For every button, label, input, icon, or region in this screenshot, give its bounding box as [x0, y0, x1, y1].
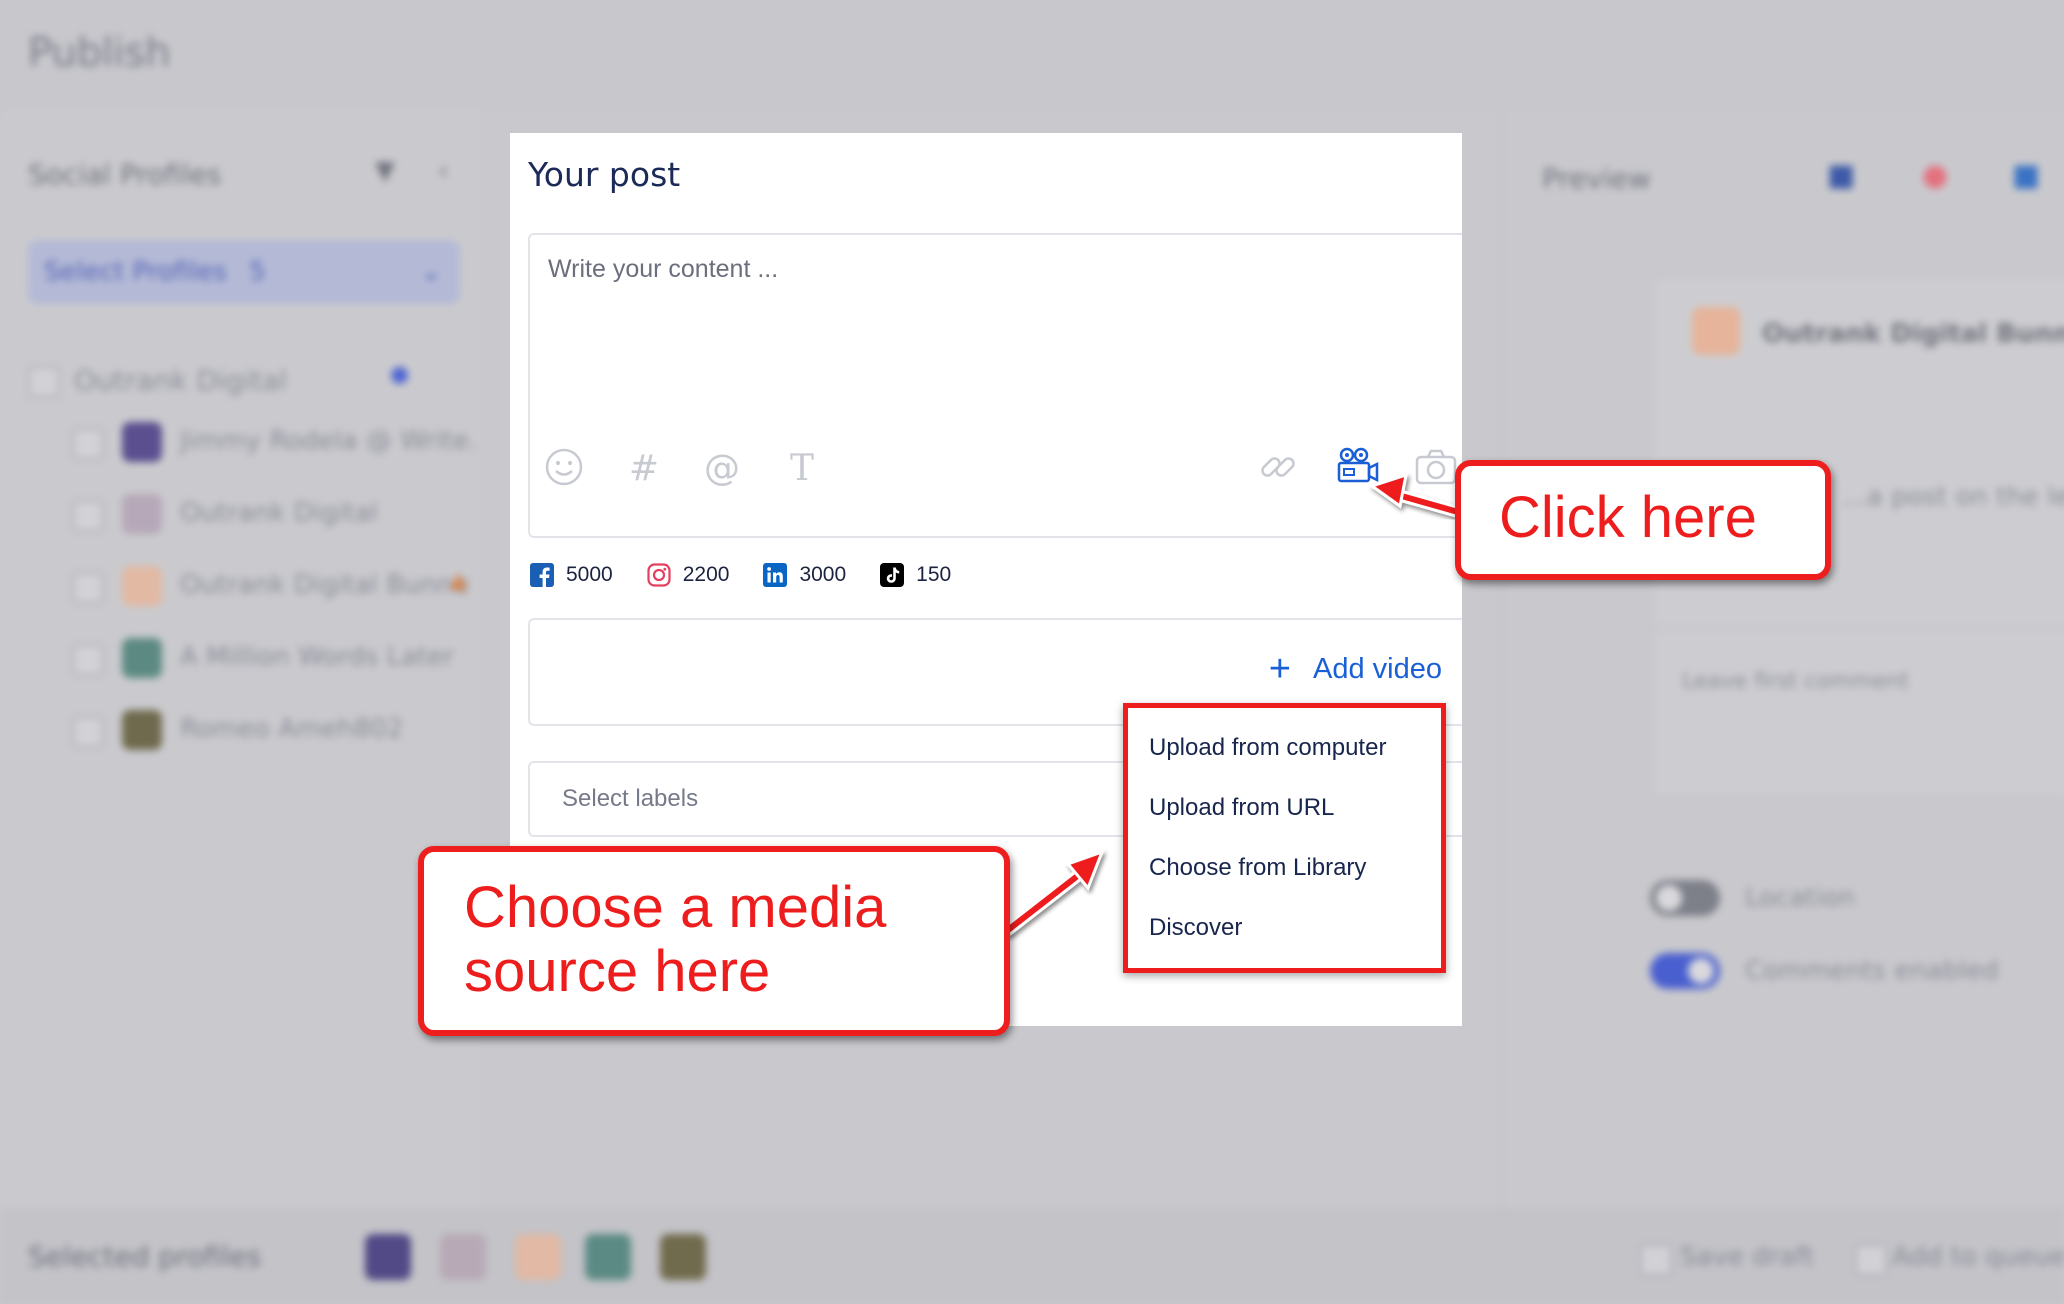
instagram-icon	[647, 563, 671, 587]
profile-name: A Million Words Later	[180, 642, 454, 672]
facebook-counter: 5000	[530, 563, 613, 587]
tiktok-icon	[880, 563, 905, 587]
character-counters: 5000 2200 3000 150	[530, 558, 985, 592]
click-here-callout: Click here	[1455, 460, 1831, 580]
mention-icon[interactable]: @	[700, 447, 744, 491]
app-title: Publish	[28, 30, 171, 76]
chevron-down-icon: ⌄	[420, 257, 442, 287]
collapse-icon[interactable]: ‹	[438, 156, 448, 186]
instagram-tab-icon[interactable]: ●	[1922, 158, 1948, 193]
location-toggle[interactable]	[1650, 880, 1720, 916]
avatar	[122, 494, 162, 534]
profile-name: Outrank Digital	[180, 498, 378, 528]
filter-icon[interactable]: ▼	[375, 156, 395, 186]
profile-checkbox[interactable]	[72, 428, 104, 460]
profile-name: Jimmy Rodela @ Write...	[180, 426, 494, 456]
instagram-count: 2200	[682, 563, 730, 586]
top-bar: Publish	[0, 0, 2064, 110]
avatar	[122, 566, 162, 606]
add-to-queue-button[interactable]: Add to queue	[1892, 1242, 2064, 1272]
choose-media-callout: Choose a media source here	[418, 846, 1010, 1036]
avatar	[365, 1234, 411, 1280]
add-video-button[interactable]: + Add video	[1269, 650, 1442, 688]
linkedin-counter: 3000	[763, 563, 846, 587]
preview-heading: Preview	[1542, 162, 1651, 195]
preview-text: ...a post on the le	[1842, 482, 2064, 512]
comments-label: Comments enabled	[1745, 956, 1999, 986]
avatar	[122, 710, 162, 750]
avatar	[1692, 307, 1740, 355]
add-to-queue-checkbox[interactable]	[1855, 1244, 1887, 1276]
profile-checkbox[interactable]	[72, 500, 104, 532]
location-label: Location	[1745, 883, 1855, 913]
profile-checkbox[interactable]	[72, 716, 104, 748]
select-profiles-count: 5	[249, 257, 266, 287]
select-profiles-label: Select Profiles	[44, 257, 227, 287]
social-profiles-heading: Social Profiles	[28, 158, 222, 191]
hashtag-icon[interactable]: #	[622, 447, 666, 491]
media-source-menu: Upload from computer Upload from URL Cho…	[1123, 703, 1446, 973]
profile-name: Romeo Ameh802	[180, 714, 404, 744]
comment-placeholder: Leave first comment	[1682, 669, 1909, 694]
profile-checkbox[interactable]	[72, 644, 104, 676]
camera-icon[interactable]	[1414, 447, 1458, 491]
avatar	[440, 1234, 486, 1280]
save-draft-button[interactable]: Save draft	[1680, 1242, 1814, 1272]
menu-item-discover[interactable]: Discover	[1149, 914, 1242, 942]
selected-profiles-label: Selected profiles	[28, 1240, 262, 1273]
comments-toggle[interactable]	[1650, 953, 1720, 989]
labels-placeholder: Select labels	[562, 785, 699, 812]
avatar	[585, 1234, 631, 1280]
group-badge-icon: ●	[390, 362, 410, 387]
content-input[interactable]	[546, 253, 1430, 417]
facebook-count: 5000	[566, 563, 613, 586]
avatar	[122, 422, 162, 462]
tiktok-counter: 150	[880, 563, 951, 587]
profile-checkbox[interactable]	[72, 572, 104, 604]
add-video-label: Add video	[1313, 652, 1442, 685]
group-name: Outrank Digital	[74, 364, 288, 397]
plus-icon: +	[1268, 648, 1291, 690]
profile-name: Outrank Digital Bunne	[180, 570, 470, 600]
preview-profile-name: Outrank Digital Bunne	[1762, 319, 2064, 349]
link-icon[interactable]	[1256, 447, 1300, 491]
post-title: Your post	[528, 155, 681, 194]
emoji-icon[interactable]	[542, 447, 586, 491]
linkedin-icon	[763, 563, 788, 587]
menu-item-upload-computer[interactable]: Upload from computer	[1149, 734, 1386, 762]
avatar	[515, 1234, 561, 1280]
instagram-counter: 2200	[647, 563, 730, 587]
select-profiles-button[interactable]: Select Profiles 5 ⌄	[28, 240, 460, 304]
facebook-tab-icon[interactable]: ■	[1827, 158, 1855, 193]
facebook-icon	[530, 563, 554, 587]
group-checkbox[interactable]	[28, 366, 60, 398]
text-format-icon[interactable]: T	[780, 447, 824, 491]
warning-icon: ▲	[450, 568, 467, 593]
video-camera-icon[interactable]	[1336, 447, 1380, 491]
comment-box[interactable]: Leave first comment	[1652, 627, 2064, 799]
save-draft-checkbox[interactable]	[1640, 1244, 1672, 1276]
choose-media-text-line1: Choose a media	[464, 875, 887, 940]
social-profiles-panel: Social Profiles ▼ ‹ Select Profiles 5 ⌄ …	[0, 110, 494, 1210]
avatar	[660, 1234, 706, 1280]
content-editor: # @ T	[528, 233, 1462, 538]
bottom-bar: Selected profiles Save draft Add to queu…	[0, 1210, 2064, 1304]
linkedin-tab-icon[interactable]: ■	[2012, 158, 2040, 193]
tiktok-count: 150	[916, 563, 952, 586]
menu-item-choose-library[interactable]: Choose from Library	[1149, 854, 1366, 882]
linkedin-count: 3000	[799, 563, 847, 586]
menu-item-upload-url[interactable]: Upload from URL	[1149, 794, 1334, 822]
click-here-text: Click here	[1499, 485, 1757, 550]
choose-media-text-line2: source here	[464, 939, 771, 1004]
avatar	[122, 638, 162, 678]
